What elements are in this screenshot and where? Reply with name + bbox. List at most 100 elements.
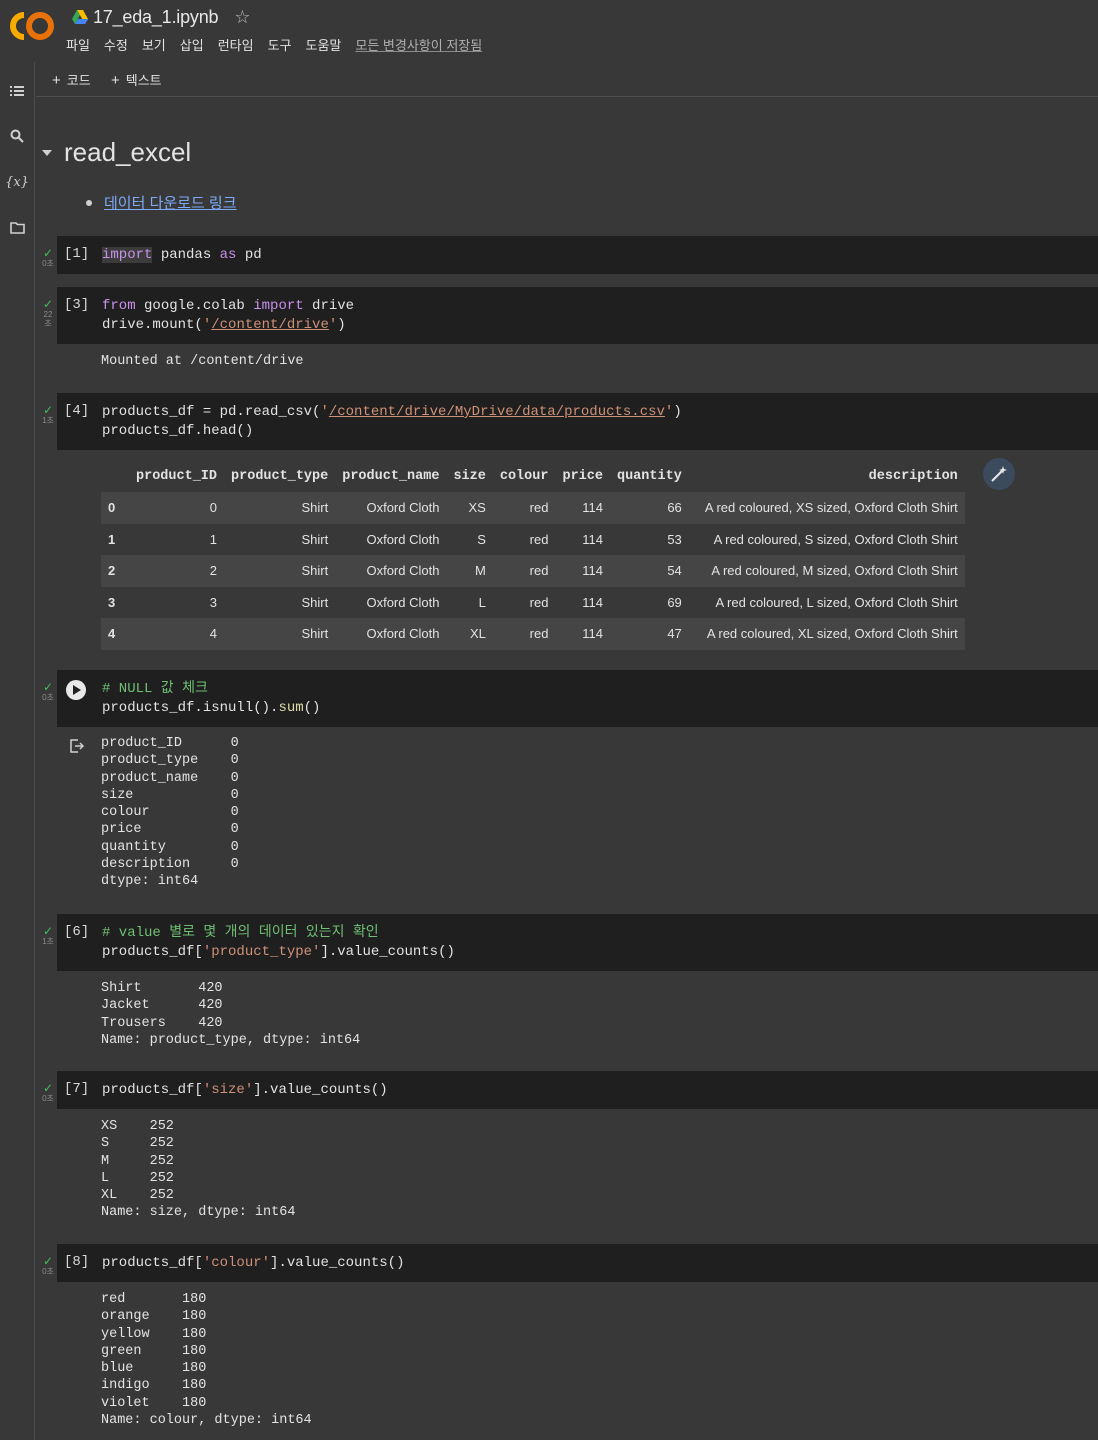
folder-icon[interactable] <box>7 218 27 238</box>
table-cell: XL <box>446 618 493 650</box>
code-cell[interactable]: # NULL 값 체크 products_df.isnull().sum() <box>57 670 1098 727</box>
table-row: 2 2 Shirt Oxford Cloth M red 114 54 A re… <box>101 555 965 587</box>
notebook-toolbar: + 코드 + 텍스트 <box>36 62 1098 97</box>
table-cell: S <box>446 523 493 555</box>
table-cell: A red coloured, S sized, Oxford Cloth Sh… <box>688 523 965 555</box>
add-text-button[interactable]: + 텍스트 <box>111 70 162 89</box>
column-header: colour <box>492 460 556 492</box>
output-line: size 0 <box>101 787 239 803</box>
exec-time: 0초 <box>42 693 54 702</box>
output-line: Name: colour, dtype: int64 <box>101 1413 312 1429</box>
search-icon[interactable] <box>7 126 27 146</box>
output-line: Name: product_type, dtype: int64 <box>101 1032 361 1048</box>
column-header: size <box>446 460 493 492</box>
table-cell: Oxford Cloth <box>335 492 447 524</box>
exec-time: 1초 <box>42 416 54 425</box>
menu-insert[interactable]: 삽입 <box>180 35 204 54</box>
exec-time: 0초 <box>42 259 54 268</box>
menu-tools[interactable]: 도구 <box>268 35 292 54</box>
column-header: description <box>688 460 965 492</box>
cell-status: ✓ 1초 <box>40 404 56 425</box>
output-line: L 252 <box>101 1170 174 1186</box>
check-icon: ✓ <box>42 1254 54 1268</box>
menu-runtime[interactable]: 런타임 <box>218 35 254 54</box>
output-icon[interactable] <box>69 738 85 754</box>
menu-help[interactable]: 도움말 <box>306 35 342 54</box>
table-row: 0 0 Shirt Oxford Cloth XS red 114 66 A r… <box>101 492 965 524</box>
notebook-content: read_excel 데이터 다운로드 링크 ✓ 0초 [1] import p… <box>36 97 1098 1440</box>
cell-status: ✓ 0초 <box>40 247 56 268</box>
code-cell[interactable]: [4] products_df = pd.read_csv('/content/… <box>57 393 1098 450</box>
table-cell: Oxford Cloth <box>335 555 447 587</box>
toc-icon[interactable] <box>7 81 27 101</box>
table-cell: Shirt <box>224 618 336 650</box>
code-line: import pandas as pd <box>102 247 262 263</box>
menu-file[interactable]: 파일 <box>66 35 90 54</box>
table-cell: L <box>446 586 493 618</box>
table-cell: 114 <box>555 555 610 587</box>
star-icon[interactable]: ☆ <box>234 7 250 28</box>
table-cell: 3 <box>129 586 225 618</box>
column-header: quantity <box>609 460 689 492</box>
output-line: indigo 180 <box>101 1378 207 1394</box>
table-cell: 1 <box>101 523 129 555</box>
table-row: 1 1 Shirt Oxford Cloth S red 114 53 A re… <box>101 523 965 555</box>
table-cell: 4 <box>129 618 225 650</box>
output-line: XS 252 <box>101 1119 174 1134</box>
code-cell[interactable]: [8] products_df['colour'].value_counts() <box>57 1244 1098 1282</box>
download-link-item: 데이터 다운로드 링크 <box>86 192 237 213</box>
table-cell: 47 <box>609 618 689 650</box>
exec-time: 0초 <box>42 1267 54 1276</box>
table-row: 4 4 Shirt Oxford Cloth XL red 114 47 A r… <box>101 618 965 650</box>
notebook-title[interactable]: 17_eda_1.ipynb <box>93 7 219 28</box>
section-header[interactable]: read_excel <box>36 137 191 168</box>
check-icon: ✓ <box>42 403 54 417</box>
variables-icon[interactable]: {x} <box>5 172 29 192</box>
table-cell: 54 <box>609 555 689 587</box>
add-code-button[interactable]: + 코드 <box>52 70 91 89</box>
code-cell[interactable]: [1] import pandas as pd <box>57 236 1098 274</box>
magic-wand-icon[interactable] <box>983 458 1015 490</box>
cell-output: product_ID 0 product_type 0 product_name… <box>101 735 239 891</box>
menu-edit[interactable]: 수정 <box>104 35 128 54</box>
table-row: 3 3 Shirt Oxford Cloth L red 114 69 A re… <box>101 586 965 618</box>
save-status[interactable]: 모든 변경사항이 저장됨 <box>355 35 482 54</box>
cell-status: ✓ 0초 <box>40 681 56 702</box>
table-cell: 0 <box>101 492 129 524</box>
code-cell[interactable]: [3] from google.colab import drive drive… <box>57 287 1098 344</box>
column-header <box>101 460 129 492</box>
left-rail: {x} <box>0 62 35 1440</box>
drive-icon[interactable] <box>72 10 88 24</box>
column-header: product_type <box>224 460 336 492</box>
cell-number: [7] <box>64 1081 90 1097</box>
output-line: dtype: int64 <box>101 874 199 890</box>
check-icon: ✓ <box>42 246 54 260</box>
top-bar: 17_eda_1.ipynb ☆ 파일 수정 보기 삽입 런타임 도구 도움말 … <box>0 0 1098 62</box>
table-cell: Shirt <box>224 586 336 618</box>
colab-logo-icon[interactable] <box>10 11 54 41</box>
table-cell: A red coloured, L sized, Oxford Cloth Sh… <box>688 586 965 618</box>
menu-view[interactable]: 보기 <box>142 35 166 54</box>
download-link[interactable]: 데이터 다운로드 링크 <box>104 192 237 213</box>
exec-time: 22 초 <box>43 310 53 328</box>
code-cell[interactable]: [7] products_df['size'].value_counts() <box>57 1071 1098 1109</box>
section-title: read_excel <box>64 137 192 167</box>
code-line: products_df['size'].value_counts() <box>102 1082 388 1098</box>
cell-output: Mounted at /content/drive <box>101 353 304 370</box>
table-cell: 2 <box>101 555 129 587</box>
output-line: blue 180 <box>101 1361 207 1377</box>
exec-time: 1초 <box>42 937 54 946</box>
table-cell: 69 <box>609 586 689 618</box>
cell-number: [6] <box>64 924 90 940</box>
add-code-label: 코드 <box>66 73 91 88</box>
column-header: price <box>555 460 610 492</box>
dataframe-table: product_ID product_type product_name siz… <box>101 460 965 650</box>
code-cell[interactable]: [6] # value 별로 몇 개의 데이터 있는지 확인 products_… <box>57 914 1098 971</box>
table-cell: Shirt <box>224 492 336 524</box>
table-cell: XS <box>446 492 493 524</box>
run-icon[interactable] <box>66 680 86 700</box>
table-cell: 3 <box>101 586 129 618</box>
cell-output: XS 252 S 252 M 252 L 252 XL 252 Name: si… <box>101 1118 295 1222</box>
output-line: description 0 <box>101 857 239 873</box>
collapse-caret-icon[interactable] <box>42 149 52 156</box>
